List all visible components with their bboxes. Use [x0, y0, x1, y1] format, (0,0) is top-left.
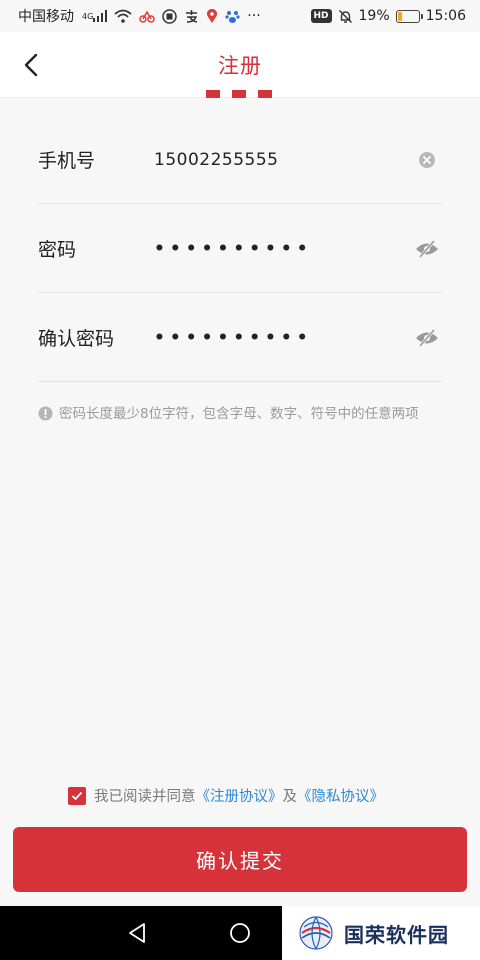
- battery-percent: 19%: [358, 8, 390, 24]
- submit-button[interactable]: 确认提交: [13, 827, 467, 892]
- register-agreement-link[interactable]: 《注册协议》: [196, 785, 283, 806]
- delivery-app-icon: [139, 9, 156, 23]
- carrier-name: 中国移动: [18, 9, 74, 25]
- header: 注册: [0, 32, 480, 98]
- agreement-conjunction: 及: [282, 789, 298, 805]
- agreement-checkbox[interactable]: [68, 786, 86, 805]
- nav-back-button[interactable]: [122, 918, 152, 948]
- check-icon: [71, 791, 83, 800]
- clear-icon[interactable]: [412, 145, 442, 175]
- password-label: 密码: [38, 239, 77, 261]
- nav-home-button[interactable]: [225, 918, 255, 948]
- status-left: 中国移动 4G ···: [18, 6, 261, 26]
- battery-icon: [395, 9, 423, 23]
- phone-input[interactable]: 15002255555: [154, 150, 412, 170]
- status-right: HD 19% 15:06: [310, 8, 466, 24]
- eye-off-icon[interactable]: [412, 234, 442, 264]
- map-pin-icon: [206, 8, 218, 24]
- mute-bell-icon: [338, 9, 353, 24]
- confirm-password-row: 确认密码 ••••••••••: [38, 294, 442, 382]
- eye-off-icon[interactable]: [412, 323, 442, 353]
- clock: 15:06: [425, 8, 466, 24]
- wifi-icon: [114, 9, 132, 23]
- watermark-text: 国荣软件园: [344, 922, 449, 947]
- signal-icon: 4G: [81, 10, 108, 22]
- alipay-icon: [184, 9, 199, 24]
- status-bar: 中国移动 4G ··· HD 19% 15:06: [0, 0, 480, 32]
- password-hint: 密码长度最少8位字符，包含字母、数字、符号中的任意两项: [38, 404, 442, 424]
- battery-fill: [397, 11, 402, 21]
- baidu-paw-icon: [225, 9, 240, 24]
- dot: [258, 90, 272, 98]
- title-underline-dots: [206, 90, 272, 98]
- page-title: 注册: [218, 54, 262, 78]
- privacy-agreement-link[interactable]: 《隐私协议》: [297, 785, 384, 806]
- dot: [206, 90, 220, 98]
- dot: [232, 90, 246, 98]
- more-notifications: ···: [247, 8, 261, 24]
- agreement-prefix: 我已阅读并同意: [94, 789, 196, 805]
- app-notification-icon: [162, 8, 178, 24]
- watermark: 国荣软件园: [282, 906, 480, 960]
- agreement: 我已阅读并同意 《注册协议》 及 《隐私协议》: [68, 785, 384, 806]
- info-icon: [38, 406, 53, 421]
- password-input[interactable]: ••••••••••: [154, 239, 412, 259]
- phone-label: 手机号: [38, 150, 96, 172]
- globe-logo-icon: [299, 916, 333, 950]
- password-hint-text: 密码长度最少8位字符，包含字母、数字、符号中的任意两项: [59, 406, 419, 422]
- phone-row: 手机号 15002255555: [38, 116, 442, 204]
- nav-home-icon: [230, 923, 250, 943]
- password-row: 密码 ••••••••••: [38, 205, 442, 293]
- hd-badge: HD: [310, 9, 332, 23]
- nav-back-icon: [129, 923, 145, 943]
- confirm-password-input[interactable]: ••••••••••: [154, 328, 412, 348]
- confirm-password-label: 确认密码: [38, 328, 115, 350]
- network-type: 4G: [82, 11, 94, 21]
